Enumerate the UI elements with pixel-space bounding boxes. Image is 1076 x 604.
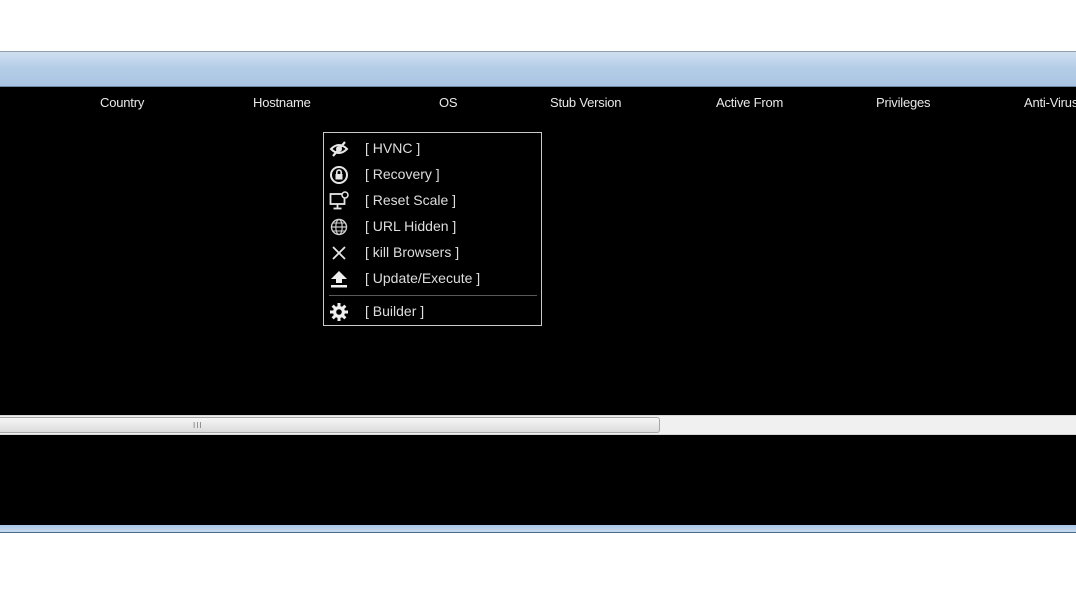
column-header-anti-virus[interactable]: Anti-Virus <box>1024 95 1076 110</box>
menu-item-reset-scale[interactable]: [ Reset Scale ] <box>324 188 541 214</box>
menu-item-kill-browsers[interactable]: [ kill Browsers ] <box>324 240 541 266</box>
gear-icon <box>329 302 349 322</box>
menu-separator <box>329 295 537 296</box>
column-header-country[interactable]: Country <box>100 95 144 110</box>
horizontal-scrollbar[interactable]: III <box>0 415 1076 435</box>
menu-item-label: [ HVNC ] <box>365 140 421 156</box>
grid-header: Country Hostname OS Stub Version Active … <box>0 87 1076 119</box>
title-bar[interactable] <box>0 51 1076 87</box>
menu-item-label: [ Recovery ] <box>365 166 440 182</box>
globe-icon <box>329 217 349 237</box>
column-header-active-from[interactable]: Active From <box>716 95 783 110</box>
scrollbar-grip: III <box>193 421 203 430</box>
log-pane <box>0 435 1076 525</box>
menu-item-builder[interactable]: [ Builder ] <box>324 299 541 325</box>
window-bottom-border <box>0 525 1076 533</box>
monitor-settings-icon <box>329 191 349 211</box>
column-header-os[interactable]: OS <box>439 95 458 110</box>
scrollbar-thumb[interactable]: III <box>0 417 660 433</box>
column-header-stub-version[interactable]: Stub Version <box>550 95 622 110</box>
menu-item-recovery[interactable]: [ Recovery ] <box>324 162 541 188</box>
context-menu: [ HVNC ] [ Recovery ] [ Reset Scale ] [… <box>323 132 542 326</box>
menu-item-hvnc[interactable]: [ HVNC ] <box>324 136 541 162</box>
menu-item-label: [ kill Browsers ] <box>365 244 460 260</box>
column-header-hostname[interactable]: Hostname <box>253 95 311 110</box>
menu-item-label: [ Update/Execute ] <box>365 270 481 286</box>
column-header-privileges[interactable]: Privileges <box>876 95 931 110</box>
upload-icon <box>329 269 349 289</box>
close-x-icon <box>329 243 349 263</box>
menu-item-label: [ Builder ] <box>365 303 425 319</box>
menu-item-label: [ Reset Scale ] <box>365 192 457 208</box>
eye-slash-icon <box>329 139 349 159</box>
menu-item-url-hidden[interactable]: [ URL Hidden ] <box>324 214 541 240</box>
lock-circle-icon <box>329 165 349 185</box>
menu-item-update-execute[interactable]: [ Update/Execute ] <box>324 266 541 292</box>
menu-item-label: [ URL Hidden ] <box>365 218 457 234</box>
